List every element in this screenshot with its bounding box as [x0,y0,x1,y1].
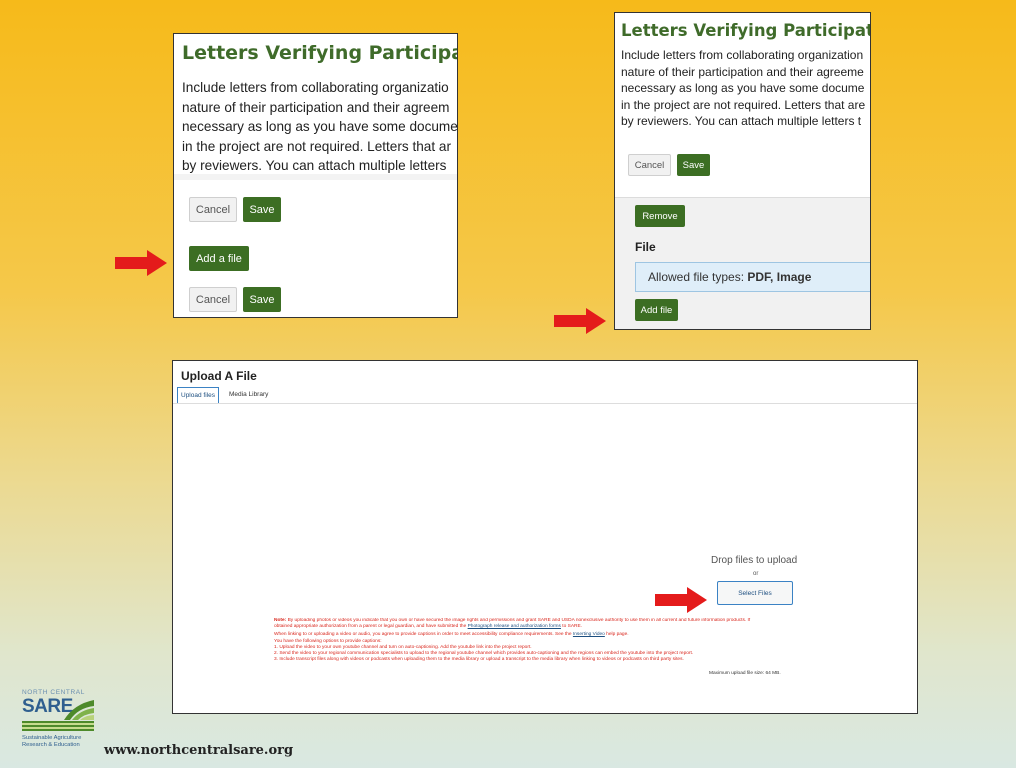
cancel-button-bottom[interactable]: Cancel [189,287,237,312]
remove-button[interactable]: Remove [635,205,685,227]
cancel-button[interactable]: Cancel [628,154,671,176]
inserting-video-link[interactable]: Inserting Video [573,632,605,637]
allowed-types-prefix: Allowed file types: [648,270,748,284]
panel2-description: Include letters from collaborating organ… [621,47,865,130]
red-arrow-icon [115,250,167,276]
logo-north-central: NORTH CENTRAL [22,689,85,696]
photograph-release-link[interactable]: Photograph release and authorization for… [468,624,561,629]
add-a-file-button[interactable]: Add a file [189,246,249,271]
description-line: nature of their participation and their … [182,99,450,115]
save-button-bottom[interactable]: Save [243,287,281,312]
description-line: in the project are not required. Letters… [182,138,452,154]
select-files-button[interactable]: Select Files [717,581,793,605]
panel2-title: Letters Verifying Participation [621,21,870,40]
upload-dialog-title: Upload A File [181,369,257,383]
red-arrow-icon [655,587,707,613]
sare-logo-icon [64,700,94,720]
description-line: necessary as long as you have some docum… [182,119,458,134]
logo-stripes [22,721,94,731]
caption-option: 3. Include transcript files along with v… [274,656,684,662]
description-line: necessary as long as you have some docum… [621,81,865,95]
description-line: nature of their participation and their … [621,64,864,79]
upload-tabs: Upload files Media Library [173,387,917,404]
max-upload-size: Maximum upload file size: 64 MB. [709,671,781,676]
description-line: Include letters from collaborating organ… [621,48,864,62]
logo-subtitle-1: Sustainable Agriculture [22,735,82,741]
drop-files-text: Drop files to upload [711,555,798,566]
note-label: Note: [274,618,287,623]
letters-panel-1: Letters Verifying Participation Include … [173,33,458,318]
note-text: By uploading photos or videos you indica… [286,618,751,623]
description-line: in the project are not required. Letters… [621,97,866,112]
allowed-types-value: PDF, Image [747,270,812,284]
description-line: by reviewers. You can attach multiple le… [182,158,447,173]
file-section: Remove File Allowed file types: PDF, Ima… [615,197,870,329]
sare-logo: NORTH CENTRAL SARE Sustainable Agricultu… [22,689,98,757]
panel1-title: Letters Verifying Participation [182,42,457,64]
description-line: Include letters from collaborating organ… [182,80,449,95]
cancel-button[interactable]: Cancel [189,197,237,222]
save-button[interactable]: Save [243,197,281,222]
captions-text: When linking to or uploading a video or … [274,631,573,637]
note-text: obtained appropriate authorization from … [274,623,468,629]
logo-subtitle-2: Research & Education [22,742,80,748]
add-file-button[interactable]: Add file [635,299,678,321]
footer-url[interactable]: www.northcentralsare.org [104,743,293,758]
file-label: File [635,240,656,254]
upload-notes: Note: By uploading photos or videos you … [274,618,914,663]
note-line: obtained appropriate authorization from … [274,624,914,630]
save-button[interactable]: Save [677,154,710,176]
captions-line: When linking to or uploading a video or … [274,632,914,638]
tab-media-library[interactable]: Media Library [229,387,268,402]
note-text: to SARE. [560,623,583,629]
captions-text: help page. [604,631,629,637]
red-arrow-icon [554,308,606,334]
allowed-file-types-box: Allowed file types: PDF, Image [635,262,870,292]
panel1-divider [174,174,457,180]
or-text: or [753,571,759,577]
panel1-description: Include letters from collaborating organ… [182,78,458,176]
letters-panel-2: Letters Verifying Participation Include … [614,12,871,330]
upload-file-dialog: Upload A File Upload files Media Library… [172,360,918,714]
description-line: by reviewers. You can attach multiple le… [621,114,862,128]
tab-upload-files[interactable]: Upload files [177,387,219,403]
